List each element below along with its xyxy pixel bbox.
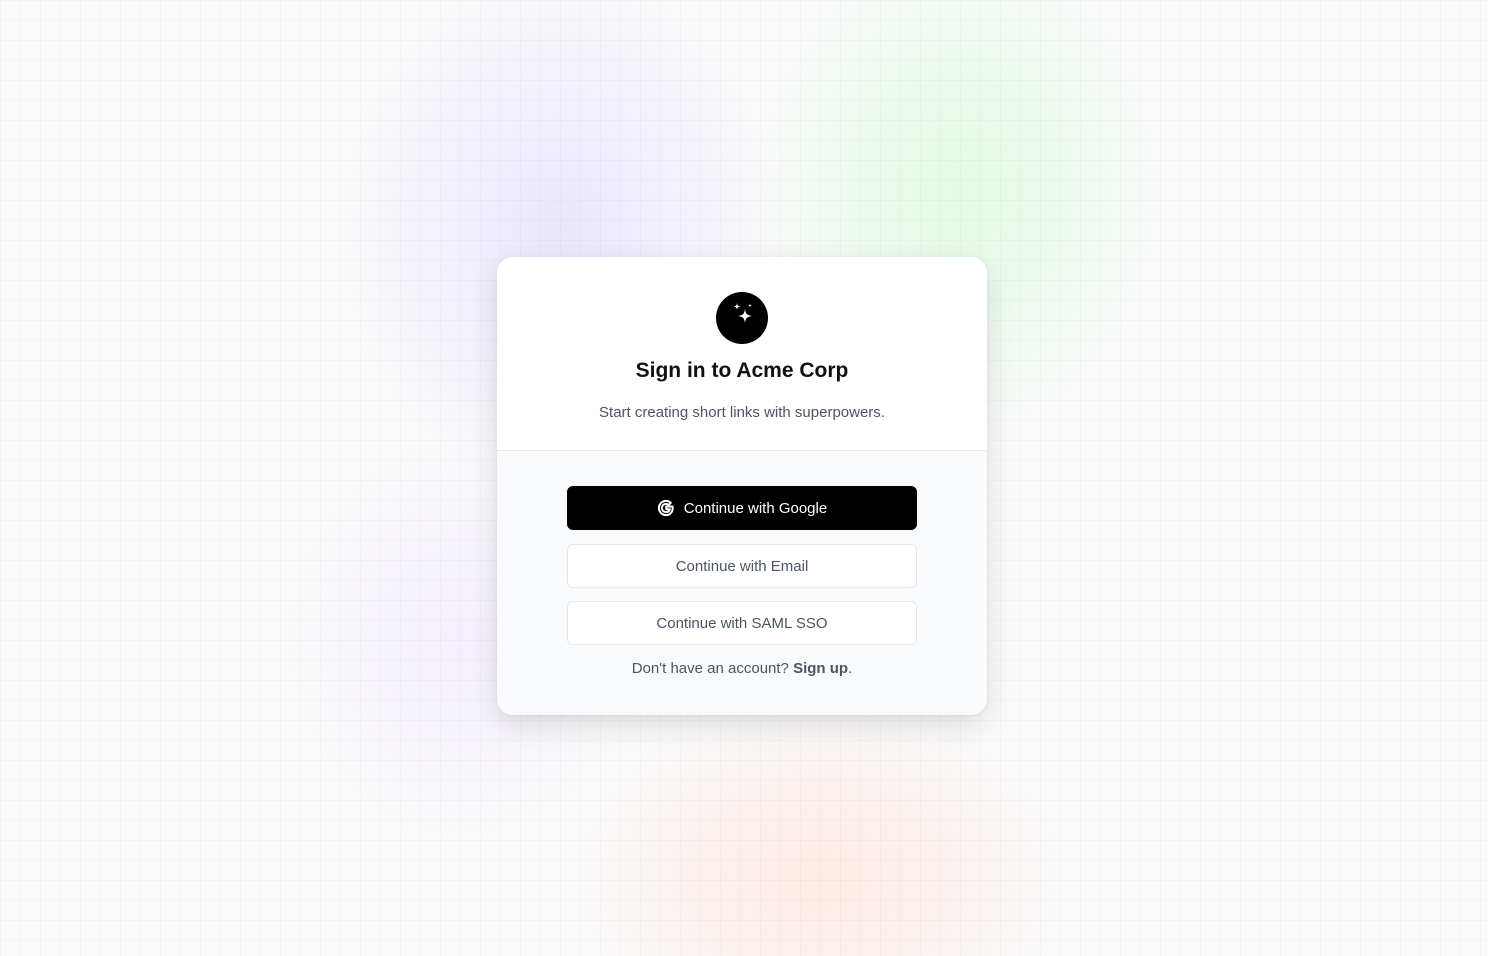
- google-icon: [657, 499, 675, 517]
- continue-with-google-button[interactable]: Continue with Google: [567, 486, 917, 530]
- signup-prompt: Don't have an account? Sign up.: [497, 660, 987, 677]
- card-header: Sign in to Acme Corp Start creating shor…: [497, 257, 987, 451]
- sign-in-card: Sign in to Acme Corp Start creating shor…: [497, 257, 987, 715]
- google-button-label: Continue with Google: [683, 499, 828, 517]
- signup-prompt-text: Don't have an account?: [631, 660, 794, 677]
- email-button-label: Continue with Email: [675, 557, 809, 575]
- continue-with-email-button[interactable]: Continue with Email: [567, 544, 917, 588]
- page-subtitle: Start creating short links with superpow…: [599, 404, 885, 421]
- card-body: Continue with Google Continue with Email…: [497, 451, 987, 715]
- saml-button-label: Continue with SAML SSO: [656, 614, 828, 632]
- signup-prompt-suffix: .: [848, 660, 853, 677]
- sparkles-icon: [726, 300, 758, 337]
- logo: [716, 292, 768, 344]
- sign-up-link[interactable]: Sign up: [793, 660, 848, 677]
- page-title: Sign in to Acme Corp: [635, 359, 849, 382]
- continue-with-saml-sso-button[interactable]: Continue with SAML SSO: [567, 601, 917, 645]
